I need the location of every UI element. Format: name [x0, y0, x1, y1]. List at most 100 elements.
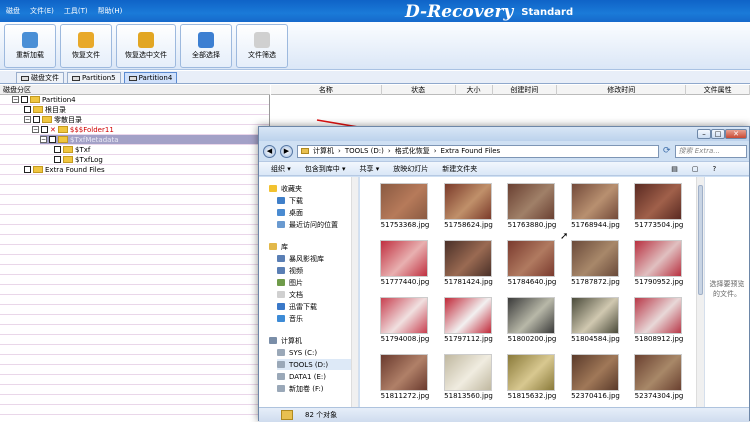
- tree-node[interactable]: Extra Found Files: [24, 165, 105, 174]
- toolbar-button[interactable]: 恢复文件: [60, 23, 112, 68]
- tree-checkbox[interactable]: [24, 106, 31, 113]
- search-input[interactable]: 搜索 Extra...: [674, 144, 747, 158]
- tree-node[interactable]: − $TxfMetadata: [40, 135, 270, 144]
- nav-item[interactable]: DATA1 (E:): [277, 371, 326, 382]
- menu-file[interactable]: 文件(E): [30, 6, 54, 16]
- tree-node[interactable]: 根目录: [24, 105, 66, 114]
- file-tile[interactable]: 51758624.jpg: [443, 183, 494, 231]
- toolbar-button[interactable]: 重新加载: [4, 23, 56, 68]
- view-options-icon[interactable]: ▤: [671, 165, 678, 173]
- tree-node[interactable]: − 零散目录: [24, 115, 82, 124]
- expand-toggle[interactable]: −: [32, 126, 39, 133]
- column-header[interactable]: 修改时间: [557, 85, 687, 95]
- menu-tools[interactable]: 工具(T): [64, 6, 88, 16]
- nav-item[interactable]: 视频: [277, 265, 303, 276]
- nav-item[interactable]: 最近访问的位置: [277, 219, 338, 230]
- image-thumbnail: [507, 297, 555, 334]
- nav-item[interactable]: 迅雷下载: [277, 301, 317, 312]
- file-tile[interactable]: 51790952.jpg: [634, 240, 684, 288]
- file-tile[interactable]: 51763880.jpg: [507, 183, 557, 231]
- file-tile[interactable]: 51813560.jpg: [443, 354, 494, 402]
- nav-item[interactable]: 收藏夹: [269, 183, 302, 194]
- tab-磁盘文件[interactable]: 磁盘文件: [16, 72, 64, 83]
- toolbar-button[interactable]: 全部选择: [180, 23, 232, 68]
- toolbar-button[interactable]: 恢复选中文件: [116, 23, 176, 68]
- column-header[interactable]: 名称: [271, 85, 382, 95]
- nav-item[interactable]: 图片: [277, 277, 303, 288]
- column-header[interactable]: 创建时间: [493, 85, 558, 95]
- nav-item[interactable]: 库: [269, 241, 288, 252]
- column-header[interactable]: 大小: [456, 85, 493, 95]
- image-thumbnail: [380, 240, 428, 277]
- nav-item[interactable]: TOOLS (D:): [277, 359, 357, 370]
- menu-disk[interactable]: 磁盘: [6, 6, 20, 16]
- tree-checkbox[interactable]: [24, 166, 31, 173]
- file-tile[interactable]: 51777440.jpg: [380, 240, 430, 288]
- nav-item[interactable]: 暴风影视库: [277, 253, 324, 264]
- file-tile[interactable]: 51781424.jpg: [443, 240, 494, 288]
- tree-checkbox[interactable]: [54, 156, 61, 163]
- tree-node[interactable]: $Txf: [54, 145, 90, 154]
- address-bar[interactable]: 计算机 › TOOLS (D:) › 格式化恢复 › Extra Found File…: [297, 144, 659, 158]
- file-tile[interactable]: 52374304.jpg: [634, 354, 684, 402]
- command-button[interactable]: 包含到库中 ▾: [305, 164, 346, 174]
- tree-checkbox[interactable]: [41, 126, 48, 133]
- tree-node[interactable]: $TxfLog: [54, 155, 103, 164]
- file-tile[interactable]: 51808912.jpg: [634, 297, 684, 345]
- nav-item[interactable]: SYS (C:): [277, 347, 317, 358]
- nav-item[interactable]: 计算机: [269, 335, 302, 346]
- help-icon[interactable]: ?: [713, 165, 717, 173]
- nav-item[interactable]: 下载: [277, 195, 303, 206]
- expand-toggle[interactable]: −: [40, 136, 47, 143]
- expand-toggle[interactable]: −: [24, 116, 31, 123]
- close-button[interactable]: ✕: [725, 129, 747, 139]
- file-tile[interactable]: 52370416.jpg: [570, 354, 621, 402]
- breadcrumb-computer[interactable]: 计算机: [313, 146, 334, 156]
- file-tile[interactable]: 51773504.jpg: [634, 183, 684, 231]
- tree-checkbox[interactable]: [49, 136, 56, 143]
- tree-checkbox[interactable]: [21, 96, 28, 103]
- refresh-icon[interactable]: ⟳: [663, 146, 671, 156]
- file-tile[interactable]: 51787872.jpg: [570, 240, 621, 288]
- nav-item[interactable]: 桌面: [277, 207, 303, 218]
- preview-pane-icon[interactable]: ▢: [692, 165, 699, 173]
- expand-toggle[interactable]: −: [12, 96, 19, 103]
- file-tile[interactable]: 51811272.jpg: [380, 354, 430, 402]
- file-tile[interactable]: 51797112.jpg: [443, 297, 494, 345]
- breadcrumb-current[interactable]: Extra Found Files: [441, 147, 501, 155]
- file-tile[interactable]: 51800200.jpg: [507, 297, 557, 345]
- column-header[interactable]: 文件属性: [686, 85, 750, 95]
- tab-partition5[interactable]: Partition5: [67, 72, 121, 83]
- nav-item[interactable]: 文档: [277, 289, 303, 300]
- file-tile[interactable]: 51815632.jpg: [507, 354, 557, 402]
- nav-item[interactable]: 新加卷 (F:): [277, 383, 324, 394]
- nav-item[interactable]: 音乐: [277, 313, 303, 324]
- breadcrumb-folder[interactable]: 格式化恢复: [395, 146, 430, 156]
- file-tile[interactable]: 51784640.jpg: [507, 240, 557, 288]
- tree-checkbox[interactable]: [33, 116, 40, 123]
- back-button[interactable]: ◀: [263, 144, 276, 158]
- file-tile[interactable]: 51794008.jpg: [380, 297, 430, 345]
- command-button[interactable]: 新建文件夹: [442, 164, 477, 174]
- tree-checkbox[interactable]: [54, 146, 61, 153]
- command-button[interactable]: 放映幻灯片: [393, 164, 428, 174]
- command-button[interactable]: 组织 ▾: [271, 164, 291, 174]
- forward-button[interactable]: ▶: [280, 144, 293, 158]
- file-tile[interactable]: 51753368.jpg: [380, 183, 430, 231]
- breadcrumb-drive[interactable]: TOOLS (D:): [345, 147, 384, 155]
- tree-node[interactable]: − ✕ $$$Folder11: [32, 125, 114, 134]
- command-button[interactable]: 共享 ▾: [360, 164, 380, 174]
- menu-help[interactable]: 帮助(H): [98, 6, 123, 16]
- minimize-button[interactable]: –: [697, 129, 711, 139]
- nav-scrollbar[interactable]: [351, 177, 358, 407]
- file-tile[interactable]: 51768944.jpg: [570, 183, 621, 231]
- maximize-button[interactable]: □: [711, 129, 725, 139]
- file-tile[interactable]: 51804584.jpg: [570, 297, 621, 345]
- tab-partition4[interactable]: Partition4: [123, 72, 178, 83]
- toolbar-button[interactable]: 文件筛选: [236, 23, 288, 68]
- scroll-thumb[interactable]: [698, 185, 703, 295]
- column-header[interactable]: 状态: [382, 85, 456, 95]
- image-thumbnail: [380, 354, 428, 391]
- file-grid-scrollbar[interactable]: [696, 177, 704, 407]
- tree-node[interactable]: − Partition4: [12, 95, 76, 104]
